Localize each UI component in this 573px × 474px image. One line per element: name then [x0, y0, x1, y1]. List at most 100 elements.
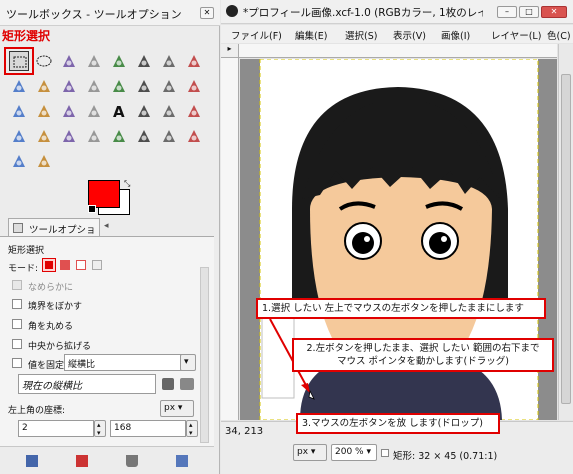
eraser-icon[interactable]: [34, 126, 54, 146]
scissors-icon[interactable]: [134, 51, 154, 71]
perspective-clone-icon[interactable]: [159, 126, 179, 146]
tab-tool-options[interactable]: ツールオプション: [8, 218, 100, 250]
crop-icon[interactable]: [134, 76, 154, 96]
antialias-checkbox[interactable]: [12, 280, 22, 290]
heal-icon[interactable]: [134, 126, 154, 146]
select-by-color-icon[interactable]: [109, 51, 129, 71]
ratio-field[interactable]: 現在の縦横比: [18, 374, 156, 394]
image-window-titlebar: *プロフィール画像.xcf-1.0 (RGBカラー, 1枚のレイ… – □ ✕: [221, 0, 573, 24]
perspective-icon[interactable]: [34, 101, 54, 121]
fixed-select[interactable]: 縦横比: [64, 354, 182, 371]
cage-icon[interactable]: [84, 101, 104, 121]
measure-icon[interactable]: [59, 76, 79, 96]
zoom-icon[interactable]: [34, 76, 54, 96]
menu-image[interactable]: 画像(I): [441, 28, 470, 42]
dodge-burn-icon[interactable]: [34, 151, 54, 171]
mode-add-icon[interactable]: [60, 260, 70, 270]
color-picker-icon[interactable]: [9, 76, 29, 96]
toolbox-bottom-bar: [0, 446, 214, 474]
unit-select[interactable]: px ▾: [160, 400, 194, 417]
position-label: 左上角の座標:: [8, 406, 66, 416]
feather-label: 境界をぼかす: [28, 302, 83, 312]
reset-options-icon[interactable]: [176, 455, 188, 467]
rounded-checkbox[interactable]: [12, 319, 22, 329]
scroll-thumb[interactable]: [561, 74, 571, 404]
fuzzy-select-icon[interactable]: [84, 51, 104, 71]
bucket-fill-icon[interactable]: [134, 101, 154, 121]
x-spin-icon[interactable]: ▴ ▾: [94, 420, 106, 437]
mode-replace-icon[interactable]: [42, 258, 56, 272]
selection-icon: [381, 449, 389, 457]
landscape-icon[interactable]: [180, 378, 194, 390]
foreground-color-swatch-front[interactable]: [88, 180, 120, 208]
close-icon[interactable]: ✕: [200, 7, 214, 19]
ellipse-select-icon[interactable]: [34, 51, 54, 71]
step1-note: 1.選択 したい 左上でマウスの左ボタンを押したままにします: [256, 298, 546, 319]
menu-file[interactable]: ファイル(F): [231, 28, 282, 42]
rect-select-callout: 矩形選択: [2, 29, 51, 43]
y-input[interactable]: 168: [110, 420, 186, 437]
feather-checkbox[interactable]: [12, 299, 22, 309]
save-options-icon[interactable]: [26, 455, 38, 467]
y-spin-icon[interactable]: ▴ ▾: [186, 420, 198, 437]
options-title: 矩形選択: [8, 246, 45, 256]
step3-note: 3.マウスの左ボタンを放 します(ドロップ): [296, 413, 500, 434]
foreground-select-icon[interactable]: [159, 51, 179, 71]
move-icon[interactable]: [84, 76, 104, 96]
delete-options-icon[interactable]: [126, 455, 138, 467]
clone-icon[interactable]: [109, 126, 129, 146]
pencil-icon[interactable]: [184, 101, 204, 121]
tab-menu-icon[interactable]: ◂: [104, 221, 109, 231]
expand-center-label: 中央から拡げる: [28, 342, 92, 352]
gimp-icon: [226, 5, 238, 17]
image-window: *プロフィール画像.xcf-1.0 (RGBカラー, 1枚のレイ… – □ ✕ …: [221, 0, 573, 474]
scale-icon[interactable]: [184, 76, 204, 96]
vertical-ruler[interactable]: [221, 58, 239, 420]
menu-color[interactable]: 色(C): [547, 28, 571, 42]
swap-colors-icon[interactable]: ⤡: [124, 179, 130, 189]
menu-edit[interactable]: 編集(E): [295, 28, 327, 42]
text-icon[interactable]: A: [109, 101, 129, 121]
menu-select[interactable]: 選択(S): [345, 28, 377, 42]
toolbox-title: ツールボックス - ツールオプション: [6, 8, 182, 21]
blend-icon[interactable]: [159, 101, 179, 121]
toolbox-window: ツールボックス - ツールオプション ✕ 矩形選択 A ⤡ ツールオプション ◂…: [0, 0, 220, 474]
ink-icon[interactable]: [84, 126, 104, 146]
paths-icon[interactable]: [184, 51, 204, 71]
status-info: 矩形: 32 × 45 (0.71:1): [393, 451, 498, 462]
smudge-icon[interactable]: [9, 151, 29, 171]
close-window-icon[interactable]: ✕: [541, 6, 567, 18]
mode-intersect-icon[interactable]: [92, 260, 102, 270]
horizontal-ruler[interactable]: [239, 44, 557, 58]
minimize-icon[interactable]: –: [497, 6, 517, 18]
paintbrush-icon[interactable]: [9, 126, 29, 146]
tool-options-pane: 矩形選択 モード: なめらかに 境界をぼかす 角を丸める 中央から拡げる 値を固…: [0, 236, 214, 446]
align-icon[interactable]: [109, 76, 129, 96]
default-colors-icon[interactable]: [88, 205, 96, 213]
chevron-down-icon[interactable]: ▾: [180, 354, 196, 371]
mode-subtract-icon[interactable]: [76, 260, 86, 270]
quick-mask-corner-icon[interactable]: ▸: [221, 44, 239, 58]
maximize-icon[interactable]: □: [519, 6, 539, 18]
rounded-label: 角を丸める: [28, 322, 74, 332]
menu-view[interactable]: 表示(V): [393, 28, 426, 42]
vertical-scrollbar[interactable]: [558, 44, 573, 420]
portrait-icon[interactable]: [162, 378, 174, 390]
rotate-icon[interactable]: [159, 76, 179, 96]
unit-dropdown[interactable]: px ▾: [293, 444, 327, 461]
expand-center-checkbox[interactable]: [12, 339, 22, 349]
flip-icon[interactable]: [59, 101, 79, 121]
options-scrollbar[interactable]: [200, 267, 209, 443]
x-input[interactable]: 2: [18, 420, 94, 437]
airbrush-icon[interactable]: [59, 126, 79, 146]
shear-icon[interactable]: [9, 101, 29, 121]
mode-label: モード:: [8, 264, 39, 274]
menu-layer[interactable]: レイヤー(L): [491, 28, 541, 42]
zoom-dropdown[interactable]: 200 % ▾: [331, 444, 377, 461]
lasso-icon[interactable]: [59, 51, 79, 71]
blur-icon[interactable]: [184, 126, 204, 146]
rect-select-icon[interactable]: [9, 51, 29, 71]
fixed-checkbox[interactable]: [12, 358, 22, 368]
status-unit: px: [297, 447, 309, 457]
restore-options-icon[interactable]: [76, 455, 88, 467]
